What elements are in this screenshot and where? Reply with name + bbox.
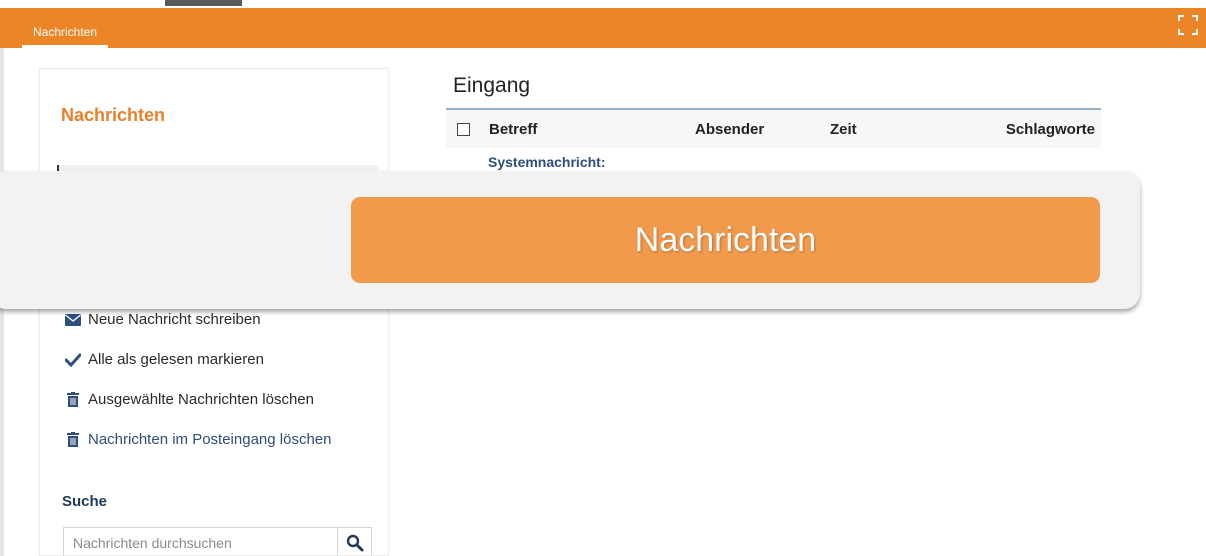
delete-inbox-label: Nachrichten im Posteingang löschen — [88, 431, 332, 448]
message-subject-link[interactable]: Systemnachricht: — [488, 154, 605, 170]
search-label: Suche — [62, 493, 108, 510]
search-button[interactable] — [337, 528, 371, 556]
new-message-label: Neue Nachricht schreiben — [88, 311, 261, 328]
envelope-icon — [64, 313, 82, 326]
top-dark-tab — [165, 0, 242, 6]
table-header: Betreff Absender Zeit Schlagworte — [446, 108, 1101, 148]
search-icon — [346, 534, 363, 552]
new-message-action[interactable]: Neue Nachricht schreiben — [64, 311, 261, 328]
delete-selected-action[interactable]: Ausgewählte Nachrichten löschen — [64, 391, 314, 408]
overlay-nachrichten-button[interactable]: Nachrichten — [351, 197, 1100, 283]
search-box — [63, 527, 372, 556]
column-header-zeit[interactable]: Zeit — [830, 121, 857, 138]
trash-icon — [64, 392, 82, 407]
column-header-schlagworte[interactable]: Schlagworte — [1006, 121, 1095, 138]
sidebar-title: Nachrichten — [61, 105, 166, 125]
delete-selected-label: Ausgewählte Nachrichten löschen — [88, 391, 314, 408]
mark-all-read-action[interactable]: Alle als gelesen markieren — [64, 351, 264, 368]
column-header-absender[interactable]: Absender — [695, 121, 764, 138]
mark-all-read-label: Alle als gelesen markieren — [88, 351, 264, 368]
fullscreen-icon[interactable] — [1177, 14, 1199, 36]
topbar: Nachrichten — [0, 8, 1206, 48]
trash-icon — [64, 432, 82, 447]
column-header-betreff[interactable]: Betreff — [489, 121, 537, 138]
tab-nachrichten[interactable]: Nachrichten — [22, 18, 109, 48]
search-input[interactable] — [64, 528, 337, 556]
select-all-checkbox[interactable] — [457, 123, 470, 136]
checkmark-icon — [64, 353, 82, 367]
page-title: Eingang — [453, 74, 531, 97]
sidebar: Nachrichten Neue Nachricht schreiben All… — [39, 68, 389, 556]
delete-inbox-action[interactable]: Nachrichten im Posteingang löschen — [64, 431, 331, 448]
